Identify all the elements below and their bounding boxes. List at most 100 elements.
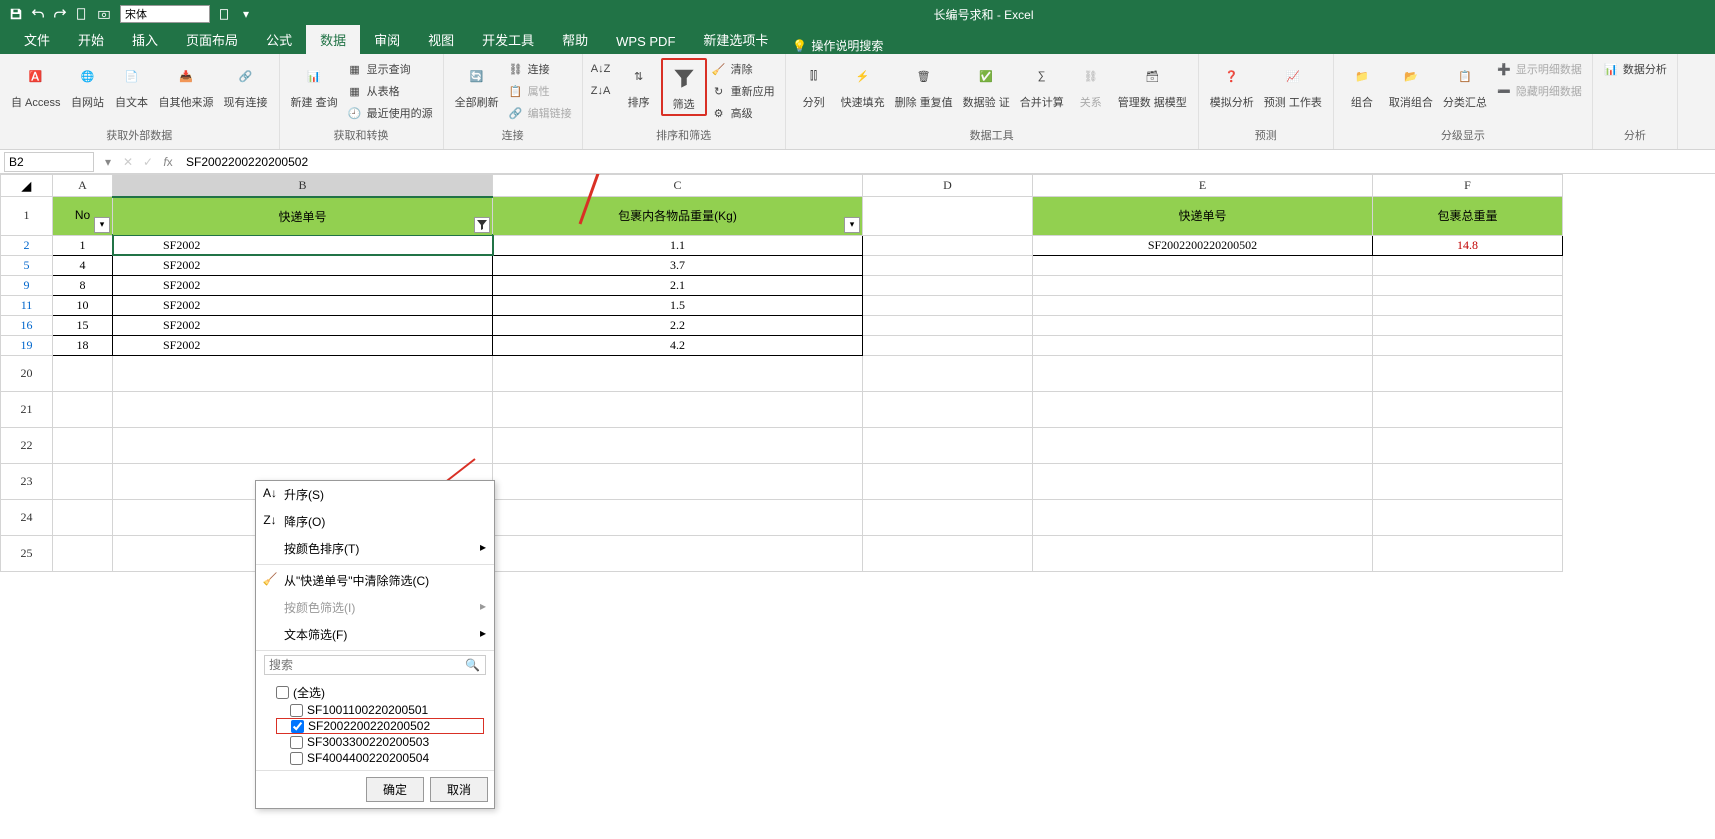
empty-cell[interactable] (863, 427, 1033, 463)
empty-cell[interactable] (1373, 535, 1563, 571)
col-header-d[interactable]: D (863, 175, 1033, 197)
ok-button[interactable]: 确定 (366, 777, 424, 802)
empty-cell[interactable] (53, 499, 113, 535)
cell-f[interactable] (1373, 255, 1563, 275)
cell-e[interactable] (1033, 255, 1373, 275)
cell-c[interactable]: 3.7 (493, 255, 863, 275)
cell-c[interactable]: 1.5 (493, 295, 863, 315)
flashfill-button[interactable]: ⚡快速填充 (836, 58, 890, 112)
filter-value-item[interactable]: SF3003300220200503 (276, 734, 484, 750)
cancel-formula-icon[interactable]: ✕ (118, 155, 138, 169)
cell-c1[interactable]: 包裹内各物品重量(Kg)▾ (493, 197, 863, 236)
col-header-e[interactable]: E (1033, 175, 1373, 197)
row-header[interactable]: 2 (1, 235, 53, 255)
cell-b1[interactable]: 快递单号 (113, 197, 493, 236)
select-all-corner[interactable]: ◢ (1, 175, 53, 197)
dedup-button[interactable]: 🗑删除 重复值 (890, 58, 958, 112)
from-other-button[interactable]: 📥自其他来源 (154, 58, 219, 112)
empty-cell[interactable] (1373, 391, 1563, 427)
tab-file[interactable]: 文件 (10, 25, 64, 54)
group-button[interactable]: 📁组合 (1340, 58, 1384, 112)
empty-cell[interactable] (863, 499, 1033, 535)
empty-cell[interactable] (863, 391, 1033, 427)
empty-cell[interactable] (1373, 463, 1563, 499)
tell-me-search[interactable]: 💡 操作说明搜索 (792, 37, 883, 54)
cell-a[interactable]: 8 (53, 275, 113, 295)
name-box[interactable] (4, 152, 94, 172)
filter-value-item[interactable]: SF1001100220200501 (276, 702, 484, 718)
empty-cell[interactable] (1033, 499, 1373, 535)
cell-b[interactable]: SF2002 (113, 235, 493, 255)
subtotal-button[interactable]: 📋分类汇总 (1438, 58, 1492, 112)
empty-cell[interactable] (1033, 535, 1373, 571)
row-header[interactable]: 22 (1, 427, 53, 463)
cell-a[interactable]: 4 (53, 255, 113, 275)
cell-f[interactable]: 14.8 (1373, 235, 1563, 255)
cell-a[interactable]: 18 (53, 335, 113, 355)
tab-formula[interactable]: 公式 (252, 25, 306, 54)
cell-b[interactable]: SF2002 (113, 275, 493, 295)
cell-f[interactable] (1373, 275, 1563, 295)
cell-d[interactable] (863, 255, 1033, 275)
row-header[interactable]: 24 (1, 499, 53, 535)
filter-value-checkbox[interactable] (290, 752, 303, 765)
undo-icon[interactable] (28, 4, 48, 24)
row-header[interactable]: 16 (1, 315, 53, 335)
advanced-button[interactable]: ⚙高级 (707, 102, 779, 124)
select-all-checkbox[interactable] (276, 686, 289, 699)
cell-c[interactable]: 4.2 (493, 335, 863, 355)
save-icon[interactable] (6, 4, 26, 24)
tab-insert[interactable]: 插入 (118, 25, 172, 54)
from-web-button[interactable]: 🌐自网站 (66, 58, 110, 112)
tab-review[interactable]: 审阅 (360, 25, 414, 54)
consolidate-button[interactable]: ∑合并计算 (1015, 58, 1069, 112)
col-header-b[interactable]: B (113, 175, 493, 197)
cell-a[interactable]: 15 (53, 315, 113, 335)
new-query-button[interactable]: 📊新建 查询 (286, 58, 343, 112)
tab-help[interactable]: 帮助 (548, 25, 602, 54)
row-header[interactable]: 5 (1, 255, 53, 275)
qat-more-icon[interactable]: ▾ (236, 4, 256, 24)
filter-dropdown-c[interactable]: ▾ (844, 217, 860, 233)
row-header[interactable]: 11 (1, 295, 53, 315)
empty-cell[interactable] (863, 355, 1033, 391)
cell-c[interactable]: 1.1 (493, 235, 863, 255)
cell-b[interactable]: SF2002 (113, 295, 493, 315)
cell-e[interactable] (1033, 315, 1373, 335)
clear-filter-button[interactable]: 🧹清除 (707, 58, 779, 80)
col-header-a[interactable]: A (53, 175, 113, 197)
empty-cell[interactable] (53, 391, 113, 427)
tab-custom[interactable]: 新建选项卡 (689, 25, 782, 54)
empty-cell[interactable] (493, 427, 863, 463)
empty-cell[interactable] (1033, 355, 1373, 391)
empty-cell[interactable] (53, 463, 113, 499)
cancel-button[interactable]: 取消 (430, 777, 488, 802)
validation-button[interactable]: ✅数据验 证 (958, 58, 1015, 112)
data-analysis-button[interactable]: 📊数据分析 (1599, 58, 1671, 80)
empty-cell[interactable] (863, 535, 1033, 571)
from-text-button[interactable]: 📄自文本 (110, 58, 154, 112)
cell-e[interactable] (1033, 295, 1373, 315)
refresh-all-button[interactable]: 🔄全部刷新 (450, 58, 504, 112)
cell-d[interactable] (863, 295, 1033, 315)
datamodel-button[interactable]: 🗃管理数 据模型 (1113, 58, 1192, 112)
empty-cell[interactable] (113, 427, 493, 463)
cell-b[interactable]: SF2002 (113, 315, 493, 335)
cell-d[interactable] (863, 235, 1033, 255)
empty-cell[interactable] (863, 463, 1033, 499)
tab-data[interactable]: 数据 (306, 25, 360, 54)
empty-cell[interactable] (1373, 427, 1563, 463)
cell-f[interactable] (1373, 315, 1563, 335)
empty-cell[interactable] (493, 355, 863, 391)
tab-wpspdf[interactable]: WPS PDF (602, 29, 689, 54)
filter-dropdown-a[interactable]: ▾ (94, 217, 110, 233)
cell-b[interactable]: SF2002 (113, 335, 493, 355)
new-icon[interactable] (72, 4, 92, 24)
cell-d[interactable] (863, 335, 1033, 355)
from-table-button[interactable]: ▦从表格 (343, 80, 437, 102)
ungroup-button[interactable]: 📂取消组合 (1384, 58, 1438, 112)
row-header-1[interactable]: 1 (1, 197, 53, 236)
from-access-button[interactable]: 🅰️自 Access (6, 58, 66, 112)
col-header-f[interactable]: F (1373, 175, 1563, 197)
empty-cell[interactable] (113, 355, 493, 391)
